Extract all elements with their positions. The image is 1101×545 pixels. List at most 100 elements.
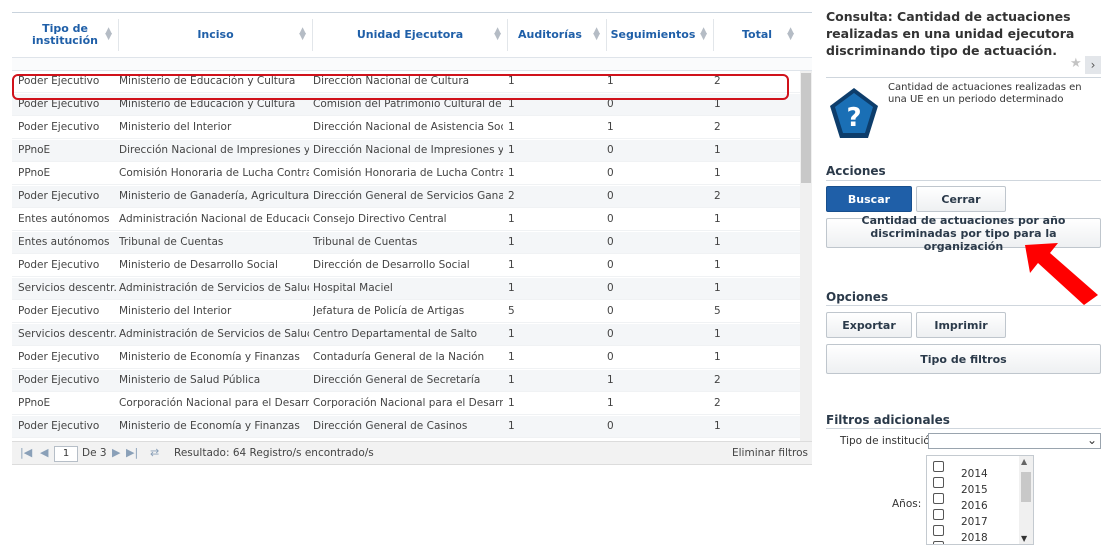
page-count-label: De 3: [82, 447, 107, 459]
refresh-icon[interactable]: ⇄: [150, 446, 159, 459]
column-header-seguimientos[interactable]: Seguimientos ▲ ▼: [607, 13, 713, 57]
column-header-label: Total: [741, 28, 773, 41]
table-cell: Poder Ejecutivo: [18, 121, 100, 133]
year-checkbox[interactable]: [933, 541, 944, 544]
table-row[interactable]: Poder Ejecutivo Ministerio de Economía y …: [12, 416, 800, 438]
table-cell: Poder Ejecutivo: [18, 420, 100, 432]
table-cell: Corporación Nacional para el Desarrollo: [119, 397, 309, 409]
column-header-inciso[interactable]: Inciso ▲ ▼: [119, 13, 312, 57]
grid-scrollbar[interactable]: [800, 71, 812, 443]
exportar-button[interactable]: Exportar: [826, 312, 912, 338]
year-checkbox[interactable]: [933, 461, 944, 472]
table-cell: 1: [714, 328, 721, 340]
table-row[interactable]: Entes autónomos Tribunal de Cuentas Tribun…: [12, 232, 800, 254]
column-header-total[interactable]: Total ▲ ▼: [714, 13, 800, 57]
column-header-unidad[interactable]: Unidad Ejecutora ▲ ▼: [313, 13, 507, 57]
prev-page-icon[interactable]: ◀: [40, 446, 48, 459]
table-cell: PPnoE: [18, 167, 51, 179]
sort-icon[interactable]: ▲ ▼: [700, 27, 707, 42]
table-cell: 1: [714, 282, 721, 294]
table-cell: 2: [714, 121, 721, 133]
table-cell: 1: [508, 397, 515, 409]
table-cell: Tribunal de Cuentas: [119, 236, 224, 248]
highlight-annotation: [12, 74, 789, 100]
table-cell: PPnoE: [18, 397, 51, 409]
tipo-institucion-select[interactable]: ⌄: [928, 433, 1101, 449]
table-cell: Corporación Nacional para el Desarrollo: [313, 397, 503, 409]
sort-icon[interactable]: ▲ ▼: [787, 27, 794, 42]
table-cell: 2: [714, 397, 721, 409]
query-title: Consulta: Cantidad de actuaciones realiz…: [826, 9, 1075, 58]
table-cell: Tribunal de Cuentas: [313, 236, 418, 248]
table-row[interactable]: PPnoE Corporación Nacional para el Desarr…: [12, 393, 800, 415]
table-row[interactable]: PPnoE Dirección Nacional de Impresiones y…: [12, 140, 800, 162]
table-row[interactable]: Servicios descentr... Administración de S…: [12, 324, 800, 346]
table-cell: Centro Departamental de Salto: [313, 328, 478, 340]
year-checkbox[interactable]: [933, 477, 944, 488]
page-number-input[interactable]: 1: [54, 446, 78, 462]
sort-icon[interactable]: ▲ ▼: [494, 27, 501, 42]
divider: [826, 180, 1101, 181]
table-cell: 2: [714, 374, 721, 386]
table-cell: 0: [607, 167, 614, 179]
table-cell: 0: [607, 236, 614, 248]
table-cell: 0: [607, 420, 614, 432]
table-row[interactable]: Poder Ejecutivo Ministerio de Desarrollo …: [12, 255, 800, 277]
column-header-label: Unidad Ejecutora: [356, 28, 464, 41]
sort-icon[interactable]: ▲ ▼: [299, 27, 306, 42]
column-header-label: Auditorías: [518, 28, 582, 41]
table-cell: 1: [714, 236, 721, 248]
table-cell: Poder Ejecutivo: [18, 190, 100, 202]
anos-scrollbar[interactable]: ▲ ▼: [1019, 456, 1033, 544]
table-row[interactable]: PPnoE Comisión Honoraria de Lucha Contra …: [12, 163, 800, 185]
anos-listbox[interactable]: 2014 2015 2016 2017 2018 ▲ ▼: [926, 455, 1034, 545]
table-cell: 0: [607, 305, 614, 317]
anos-label: Años:: [892, 498, 922, 510]
buscar-button[interactable]: Buscar: [826, 186, 912, 212]
table-cell: 0: [607, 259, 614, 271]
table-cell: Ministerio de Ganadería, Agricultura y .…: [119, 190, 309, 202]
table-cell: Poder Ejecutivo: [18, 351, 100, 363]
table-row[interactable]: Poder Ejecutivo Ministerio de Salud Públi…: [12, 370, 800, 392]
query-description: Cantidad de actuaciones realizadas en un…: [888, 82, 1082, 105]
scroll-up-icon[interactable]: ▲: [1021, 457, 1027, 466]
table-row[interactable]: Poder Ejecutivo Ministerio del Interior Di…: [12, 117, 800, 139]
table-cell: Ministerio del Interior: [119, 121, 232, 133]
first-page-icon[interactable]: |◀: [20, 446, 32, 459]
table-row[interactable]: Poder Ejecutivo Ministerio de Ganadería, …: [12, 186, 800, 208]
tipo-filtros-button[interactable]: Tipo de filtros: [826, 344, 1101, 374]
clear-filters-link[interactable]: Eliminar filtros: [732, 447, 808, 459]
column-header-tipo[interactable]: Tipo de institución ▲ ▼: [12, 13, 118, 57]
table-row[interactable]: Entes autónomos Administración Nacional d…: [12, 209, 800, 231]
imprimir-button[interactable]: Imprimir: [916, 312, 1006, 338]
year-label: 2014: [961, 468, 988, 480]
favorite-star-icon[interactable]: ★: [1070, 56, 1082, 71]
year-checkbox[interactable]: [933, 509, 944, 520]
sort-icon[interactable]: ▲ ▼: [593, 27, 600, 42]
sort-icon[interactable]: ▲ ▼: [105, 27, 112, 42]
table-cell: Dirección General de Servicios Ganade...: [313, 190, 503, 202]
column-header-auditorias[interactable]: Auditorías ▲ ▼: [508, 13, 606, 57]
last-page-icon[interactable]: ▶|: [126, 446, 138, 459]
scrollbar-thumb[interactable]: [801, 73, 811, 183]
table-cell: Administración de Servicios de Salud d..…: [119, 282, 309, 294]
table-cell: Dirección Nacional de Asistencia Social.…: [313, 121, 503, 133]
next-page-icon[interactable]: ▶: [112, 446, 120, 459]
cerrar-button[interactable]: Cerrar: [916, 186, 1006, 212]
column-header-label: Seguimientos: [610, 28, 696, 41]
table-row[interactable]: Poder Ejecutivo Ministerio de Economía y …: [12, 347, 800, 369]
table-cell: 0: [607, 190, 614, 202]
table-cell: 5: [508, 305, 515, 317]
year-checkbox[interactable]: [933, 525, 944, 536]
table-cell: 1: [714, 420, 721, 432]
table-row[interactable]: Servicios descentr... Administración de S…: [12, 278, 800, 300]
scrollbar-thumb[interactable]: [1021, 472, 1031, 502]
table-row[interactable]: Poder Ejecutivo Ministerio del Interior Je…: [12, 301, 800, 323]
table-cell: 1: [508, 167, 515, 179]
chevron-down-icon[interactable]: ⌄: [1087, 433, 1097, 447]
filter-row: [12, 57, 812, 71]
scroll-down-icon[interactable]: ▼: [1021, 534, 1027, 543]
year-checkbox[interactable]: [933, 493, 944, 504]
table-cell: 0: [607, 328, 614, 340]
collapse-chevron-icon[interactable]: ›: [1085, 56, 1101, 74]
